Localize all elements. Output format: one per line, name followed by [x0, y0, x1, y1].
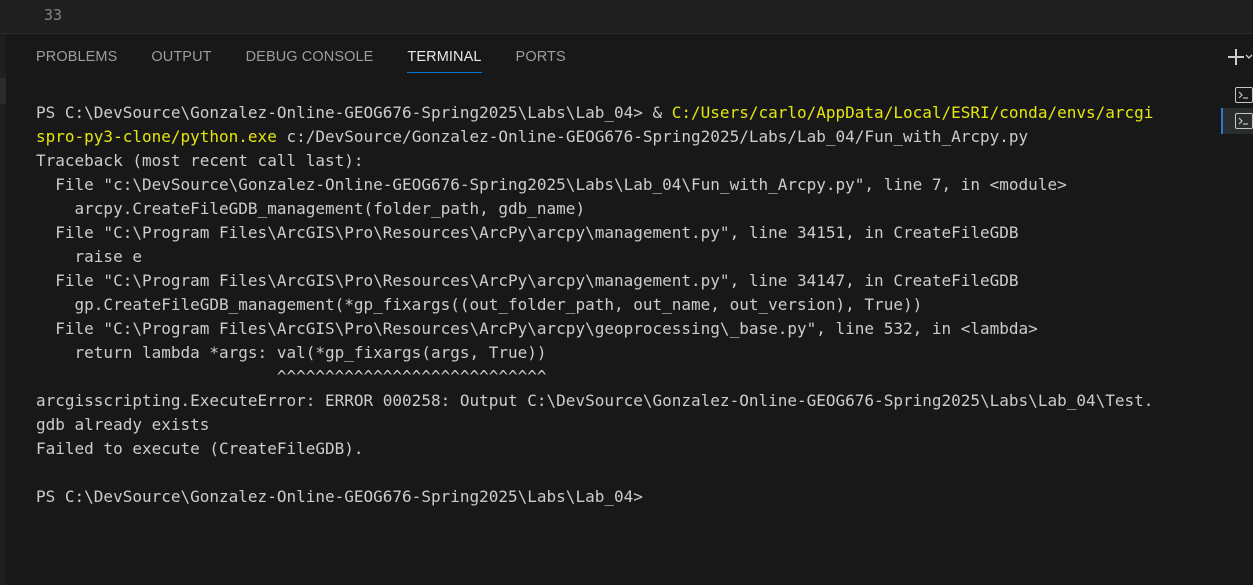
- terminal-list: [1221, 82, 1253, 162]
- code-line-fragments: [0, 0, 1253, 6]
- terminal-text: Failed to execute (CreateFileGDB).: [36, 439, 364, 458]
- terminal-line: return lambda *args: val(*gp_fixargs(arg…: [36, 341, 1206, 365]
- panel-tab-bar: PROBLEMS OUTPUT DEBUG CONSOLE TERMINAL P…: [36, 44, 600, 74]
- editor-area: 33: [0, 0, 1253, 33]
- terminal-icon: [1235, 113, 1253, 129]
- terminal-text: spro-py3-clone/python.exe: [36, 127, 277, 146]
- terminal-text: File "C:\Program Files\ArcGIS\Pro\Resour…: [36, 271, 1019, 290]
- terminal-output[interactable]: PS C:\DevSource\Gonzalez-Online-GEOG676-…: [36, 101, 1206, 509]
- tab-ports[interactable]: PORTS: [516, 44, 566, 73]
- chevron-down-icon[interactable]: [1245, 53, 1253, 61]
- terminal-line: arcgisscripting.ExecuteError: ERROR 0002…: [36, 389, 1206, 413]
- terminal-text: return lambda *args: val(*gp_fixargs(arg…: [36, 343, 547, 362]
- tab-terminal[interactable]: TERMINAL: [407, 44, 482, 73]
- terminal-text: File "C:\Program Files\ArcGIS\Pro\Resour…: [36, 223, 1019, 242]
- terminal-text: ^^^^^^^^^^^^^^^^^^^^^^^^^^^^: [36, 367, 547, 386]
- terminal-line: PS C:\DevSource\Gonzalez-Online-GEOG676-…: [36, 485, 1206, 509]
- gutter-indicator: [0, 78, 6, 104]
- terminal-text: raise e: [36, 247, 142, 266]
- left-gutter: [0, 34, 6, 585]
- terminal-text: arcgisscripting.ExecuteError: ERROR 0002…: [36, 391, 1154, 410]
- terminal-text: C:/Users/carlo/AppData/Local/ESRI/conda/…: [671, 103, 1154, 122]
- terminal-line: gp.CreateFileGDB_management(*gp_fixargs(…: [36, 293, 1206, 317]
- line-number: 33: [44, 6, 63, 24]
- terminal-text: File "c:\DevSource\Gonzalez-Online-GEOG6…: [36, 175, 1067, 194]
- terminal-line: File "c:\DevSource\Gonzalez-Online-GEOG6…: [36, 173, 1206, 197]
- terminal-text: c:/DevSource/Gonzalez-Online-GEOG676-Spr…: [276, 127, 1029, 146]
- terminal-line: File "C:\Program Files\ArcGIS\Pro\Resour…: [36, 269, 1206, 293]
- terminal-list-item-active[interactable]: [1221, 108, 1253, 134]
- terminal-line: raise e: [36, 245, 1206, 269]
- terminal-text: Traceback (most recent call last):: [36, 151, 364, 170]
- terminal-line: spro-py3-clone/python.exe c:/DevSource/G…: [36, 125, 1206, 149]
- terminal-line: Traceback (most recent call last):: [36, 149, 1206, 173]
- panel-divider[interactable]: [0, 33, 1253, 34]
- terminal-text: File "C:\Program Files\ArcGIS\Pro\Resour…: [36, 319, 1038, 338]
- terminal-text: gdb already exists: [36, 415, 210, 434]
- terminal-text: PS C:\DevSource\Gonzalez-Online-GEOG676-…: [36, 487, 643, 506]
- tab-debug-console[interactable]: DEBUG CONSOLE: [246, 44, 374, 73]
- terminal-line: arcpy.CreateFileGDB_management(folder_pa…: [36, 197, 1206, 221]
- terminal-text: gp.CreateFileGDB_management(*gp_fixargs(…: [36, 295, 923, 314]
- terminal-line: PS C:\DevSource\Gonzalez-Online-GEOG676-…: [36, 101, 1206, 125]
- terminal-list-item[interactable]: [1221, 82, 1253, 108]
- terminal-icon: [1235, 87, 1253, 103]
- terminal-line: Failed to execute (CreateFileGDB).: [36, 437, 1206, 461]
- plus-icon[interactable]: [1227, 48, 1245, 66]
- terminal-line: File "C:\Program Files\ArcGIS\Pro\Resour…: [36, 317, 1206, 341]
- terminal-text: arcpy.CreateFileGDB_management(folder_pa…: [36, 199, 586, 218]
- tab-output[interactable]: OUTPUT: [151, 44, 211, 73]
- terminal-line: ^^^^^^^^^^^^^^^^^^^^^^^^^^^^: [36, 365, 1206, 389]
- terminal-line: gdb already exists: [36, 413, 1206, 437]
- terminal-line: File "C:\Program Files\ArcGIS\Pro\Resour…: [36, 221, 1206, 245]
- terminal-text: PS C:\DevSource\Gonzalez-Online-GEOG676-…: [36, 103, 672, 122]
- tab-problems[interactable]: PROBLEMS: [36, 44, 117, 73]
- panel-actions: [1223, 44, 1253, 70]
